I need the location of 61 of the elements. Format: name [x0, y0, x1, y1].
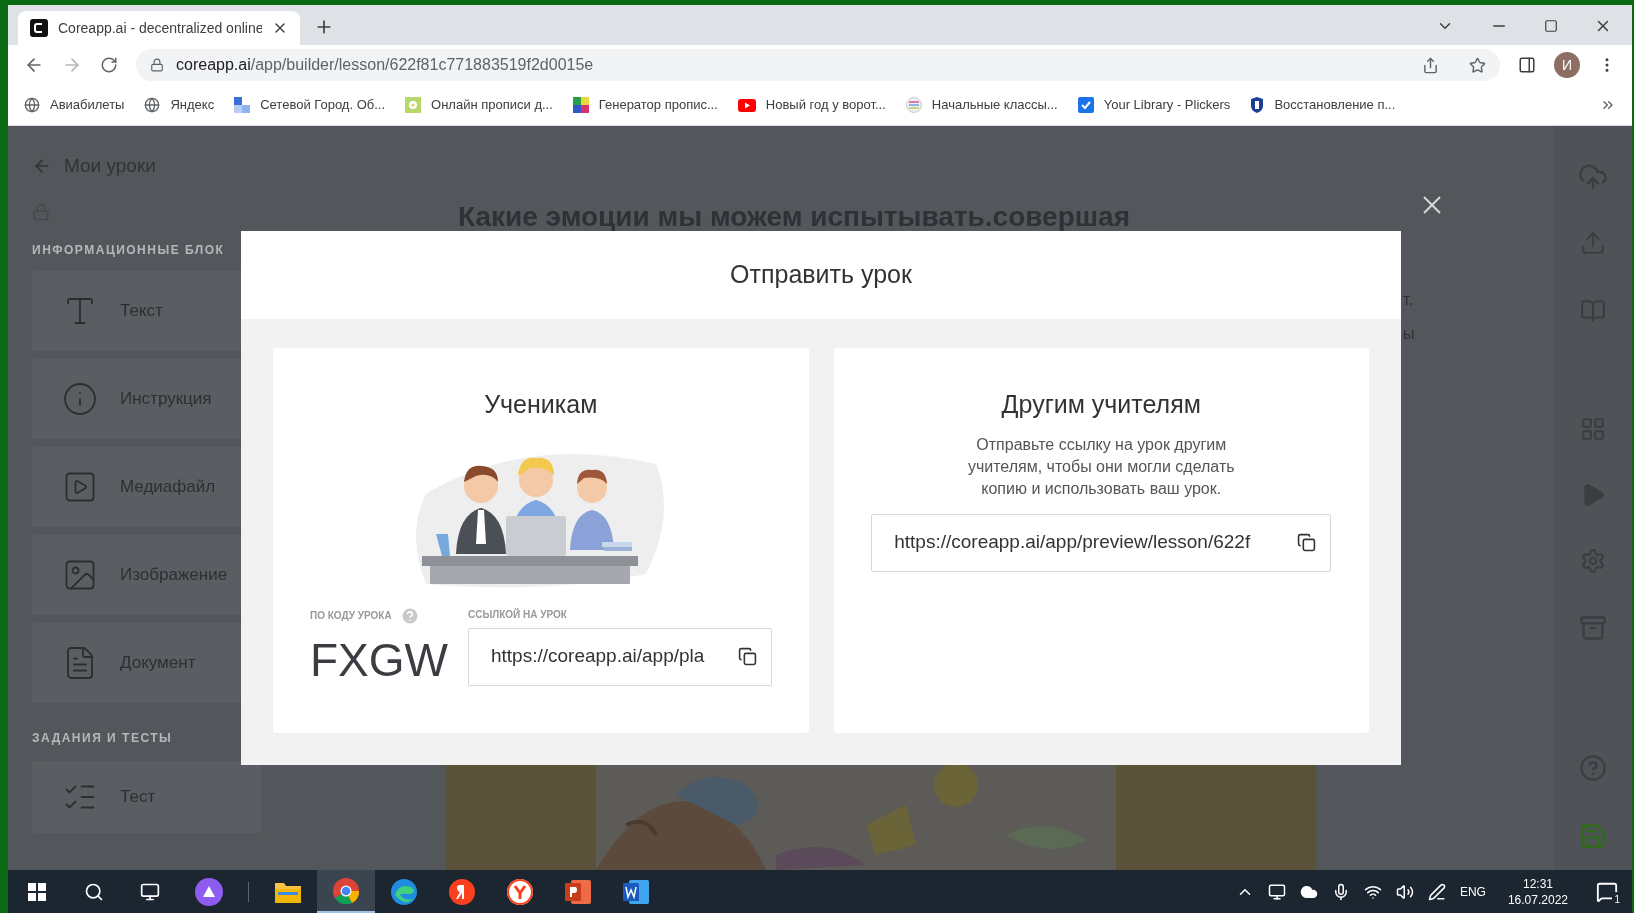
search-icon[interactable] [84, 881, 104, 902]
flower-icon [405, 97, 422, 113]
wave-browser-icon[interactable] [391, 878, 417, 905]
squares-icon [234, 97, 251, 113]
bookmark[interactable]: Авиабилеты [24, 95, 125, 115]
link-field[interactable]: https://coreapp.ai/app/pla [468, 627, 772, 686]
display-icon[interactable] [1267, 882, 1286, 901]
browser-tab[interactable]: Coreapp.ai - decentralized online [18, 11, 300, 45]
copy-icon[interactable] [1297, 533, 1317, 552]
side-panel-icon[interactable] [1518, 56, 1536, 74]
globe-icon [144, 97, 161, 113]
windows-icon[interactable] [28, 882, 46, 901]
letter-circle-icon[interactable] [449, 878, 475, 905]
notifications-icon[interactable] [1596, 880, 1618, 903]
folder-icon[interactable] [275, 880, 301, 903]
tab-title: Coreapp.ai - decentralized online [58, 18, 262, 38]
video-play-icon [737, 98, 756, 112]
bookmark[interactable]: Новый год у ворот... [737, 95, 886, 115]
volume-icon[interactable] [1395, 882, 1414, 901]
restore-icon[interactable] [1544, 19, 1558, 33]
stacked-discs-icon [905, 97, 922, 113]
bookmark[interactable]: Генератор пропис... [572, 95, 718, 115]
app-logo-icon [30, 19, 48, 37]
document-app-icon[interactable] [623, 879, 649, 904]
assistant-app-icon[interactable] [195, 877, 223, 906]
mosaic-icon [572, 97, 589, 113]
task-view-icon[interactable] [140, 881, 160, 902]
star-icon[interactable] [1469, 56, 1486, 74]
round-browser-icon[interactable] [507, 878, 533, 905]
shield-icon [1250, 97, 1265, 113]
share-icon[interactable] [1422, 56, 1439, 74]
bookmark[interactable]: Яндекс [144, 95, 215, 115]
clock[interactable]: 12:31 16.07.2022 [1507, 875, 1568, 908]
lesson-code: FXGW [310, 633, 448, 686]
slides-app-icon[interactable] [565, 879, 591, 904]
bookmark[interactable]: Сетевой Город. Об... [234, 95, 386, 115]
info-icon [62, 380, 98, 417]
pen-icon[interactable] [1427, 882, 1446, 901]
bookmark[interactable]: Your Library - Plickers [1077, 95, 1231, 115]
globe-icon [24, 97, 40, 113]
copy-icon[interactable] [737, 647, 757, 666]
browser-icon[interactable] [333, 877, 359, 904]
url-text: coreapp.ai/app/builder/lesson/622f81c771883519f2d0015e [176, 55, 594, 75]
field-label: ССЫЛКОЙ НА УРОК [468, 607, 568, 622]
reload-icon[interactable] [100, 56, 118, 74]
checkbox-icon [1077, 97, 1094, 113]
profile-avatar[interactable]: И [1554, 52, 1580, 78]
bookmark[interactable]: Онлайн прописи д... [405, 95, 553, 115]
section-heading: ИНФОРМАЦИОННЫЕ БЛОК [32, 241, 226, 259]
link-field[interactable]: https://coreapp.ai/app/preview/lesson/622f [871, 513, 1332, 572]
language-indicator[interactable]: ENG [1459, 882, 1486, 901]
lock-icon [150, 58, 164, 72]
card-heading: Другим учителям [1001, 389, 1201, 420]
bookmark[interactable]: Начальные классы... [905, 95, 1058, 115]
dialog-title: Отправить урок [730, 259, 912, 291]
card-heading: Ученикам [484, 389, 598, 420]
address-bar[interactable]: coreapp.ai/app/builder/lesson/622f81c771883519f2d0015e [136, 49, 1500, 81]
bookmark[interactable]: Восстановление п... [1250, 95, 1396, 115]
section-heading: ЗАДАНИЯ И ТЕСТЫ [32, 729, 174, 747]
field-label: ПО КОДУ УРОКА [310, 609, 392, 623]
card-description: Отправьте ссылку на урок другим учителям, чтобы они могли сделать копию и использовать ваш урок. [966, 434, 1236, 499]
